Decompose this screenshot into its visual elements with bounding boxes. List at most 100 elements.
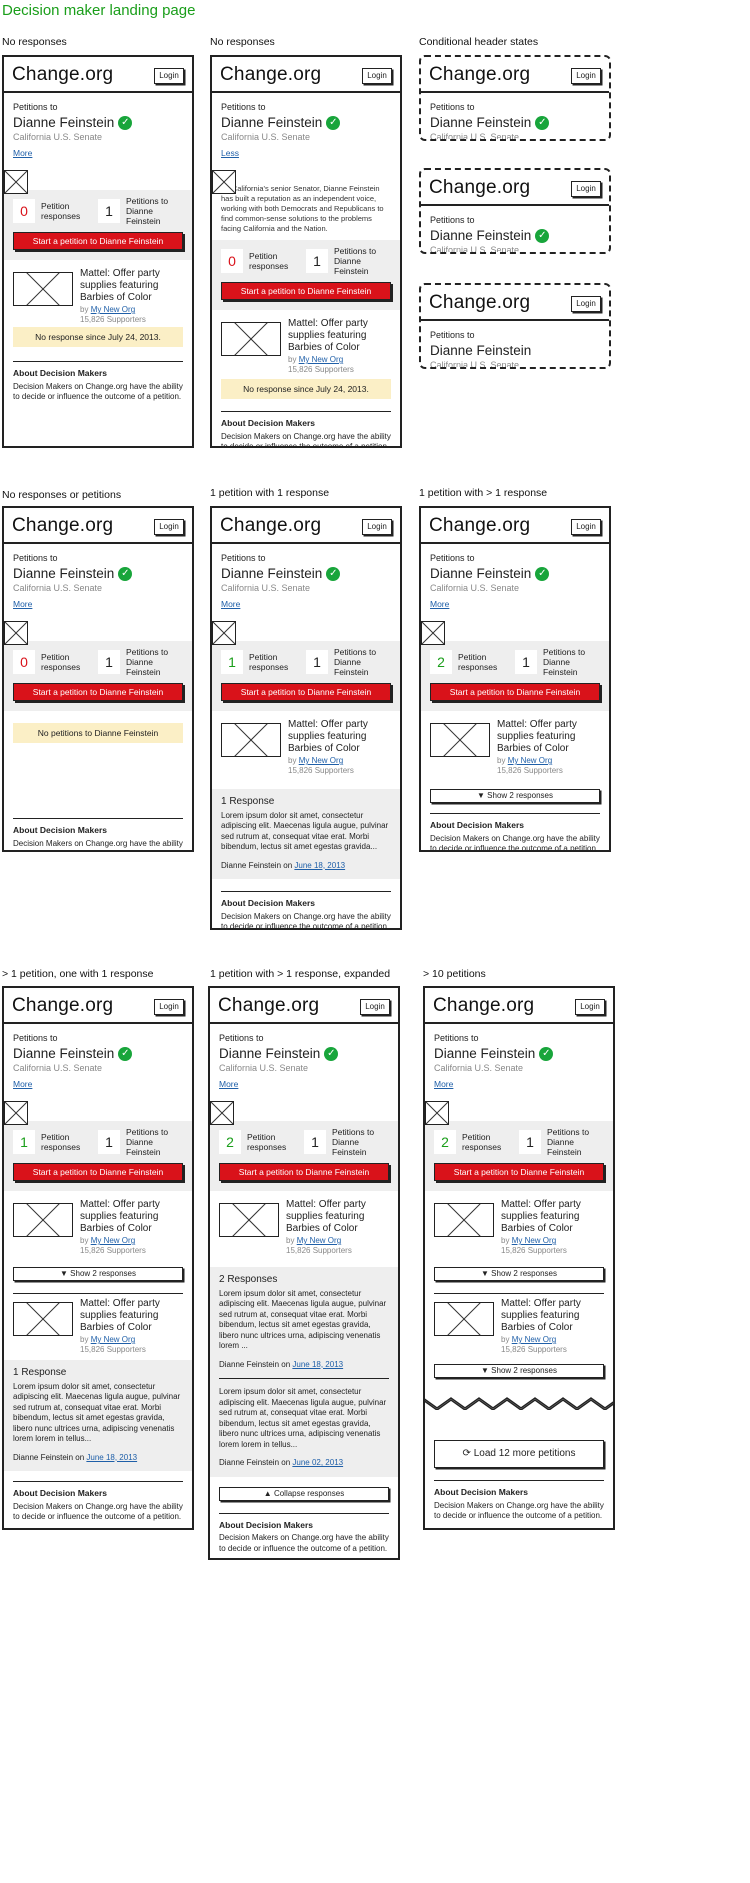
login-button[interactable]: Login <box>154 999 184 1015</box>
response-date-link[interactable]: June 02, 2013 <box>292 1458 343 1467</box>
response-date-link[interactable]: June 18, 2013 <box>292 1360 343 1369</box>
logo[interactable]: Change.org <box>429 515 530 537</box>
org-link[interactable]: My New Org <box>91 1236 135 1245</box>
show-responses-button[interactable]: ▼ Show 2 responses <box>430 789 600 803</box>
responses-count: 1 <box>13 1130 35 1154</box>
response-panel: 1 Response Lorem ipsum dolor sit amet, c… <box>212 789 400 879</box>
petitions-count: 1 <box>519 1130 541 1154</box>
petition-card[interactable]: Mattel: Offer party supplies featuring B… <box>4 1195 192 1263</box>
petition-card[interactable]: Mattel: Offer party supplies featuring B… <box>212 314 400 374</box>
show-responses-button[interactable]: ▼ Show 2 responses <box>13 1267 183 1281</box>
login-button[interactable]: Login <box>571 181 601 197</box>
petition-title[interactable]: Mattel: Offer party supplies featuring B… <box>288 318 388 354</box>
section-label: 1 petition with > 1 response <box>419 487 548 499</box>
petition-card[interactable]: Mattel: Offer party supplies featuring B… <box>4 264 192 324</box>
petition-org: by My New Org <box>80 1236 136 1245</box>
petition-title[interactable]: Mattel: Offer party supplies featuring B… <box>286 1199 386 1235</box>
decision-maker-info: Petitions to Dianne Feinstein ✓ Californi… <box>4 544 192 645</box>
petition-title[interactable]: Mattel: Offer party supplies featuring B… <box>80 1298 180 1334</box>
petition-card[interactable]: Mattel: Offer party supplies featuring B… <box>210 1195 398 1267</box>
login-button[interactable]: Login <box>362 68 392 84</box>
about-text: Decision Makers on Change.org have the a… <box>13 838 183 851</box>
start-petition-button[interactable]: Start a petition to Dianne Feinstein <box>13 1163 183 1181</box>
start-petition-button[interactable]: Start a petition to Dianne Feinstein <box>221 683 391 701</box>
login-button[interactable]: Login <box>571 68 601 84</box>
logo[interactable]: Change.org <box>220 64 321 86</box>
org-link[interactable]: My New Org <box>512 1236 556 1245</box>
org-link[interactable]: My New Org <box>297 1236 341 1245</box>
more-link[interactable]: More <box>430 599 600 611</box>
petition-title[interactable]: Mattel: Offer party supplies featuring B… <box>501 1298 601 1334</box>
org-link[interactable]: My New Org <box>508 756 552 765</box>
dm-title: California U.S. Senate <box>221 583 311 593</box>
login-button[interactable]: Login <box>571 519 601 535</box>
login-button[interactable]: Login <box>360 999 390 1015</box>
start-petition-button[interactable]: Start a petition to Dianne Feinstein <box>434 1163 604 1181</box>
org-link[interactable]: My New Org <box>299 355 343 364</box>
show-responses-button[interactable]: ▼ Show 2 responses <box>434 1267 604 1281</box>
more-link[interactable]: More <box>13 148 183 160</box>
stats-panel: 0 Petition responses 1 Petitions to Dian… <box>212 240 400 310</box>
start-petition-button[interactable]: Start a petition to Dianne Feinstein <box>221 282 391 300</box>
verified-check-icon: ✓ <box>539 1046 554 1061</box>
petition-org: by My New Org <box>501 1335 557 1344</box>
load-more-button[interactable]: ⟳ Load 12 more petitions <box>434 1440 604 1468</box>
org-link[interactable]: My New Org <box>512 1335 556 1344</box>
petition-card[interactable]: Mattel: Offer party supplies featuring B… <box>425 1294 613 1360</box>
petition-card[interactable]: Mattel: Offer party supplies featuring B… <box>212 715 400 789</box>
petitions-to-label: Petitions to <box>219 1033 264 1043</box>
start-petition-button[interactable]: Start a petition to Dianne Feinstein <box>430 683 600 701</box>
show-responses-button[interactable]: ▼ Show 2 responses <box>434 1364 604 1378</box>
petitions-to-label: Petitions to <box>13 553 58 563</box>
start-petition-button[interactable]: Start a petition to Dianne Feinstein <box>13 683 183 701</box>
login-button[interactable]: Login <box>362 519 392 535</box>
more-link[interactable]: More <box>13 1079 183 1091</box>
petition-title[interactable]: Mattel: Offer party supplies featuring B… <box>80 1199 180 1235</box>
collapse-responses-button[interactable]: ▲ Collapse responses <box>219 1486 389 1501</box>
petition-card[interactable]: Mattel: Offer party supplies featuring B… <box>421 715 609 785</box>
petition-card[interactable]: Mattel: Offer party supplies featuring B… <box>425 1195 613 1263</box>
more-link[interactable]: More <box>219 1079 389 1091</box>
dm-title: California U.S. Senate <box>430 132 520 141</box>
section-label: 1 petition with > 1 response, expanded <box>210 968 391 980</box>
petition-title[interactable]: Mattel: Offer party supplies featuring B… <box>80 268 180 304</box>
logo[interactable]: Change.org <box>429 64 530 86</box>
petition-title[interactable]: Mattel: Offer party supplies featuring B… <box>501 1199 601 1235</box>
divider <box>219 1378 389 1379</box>
logo[interactable]: Change.org <box>433 995 534 1017</box>
logo[interactable]: Change.org <box>429 177 530 199</box>
dm-name: Dianne Feinstein ✓ <box>430 228 600 243</box>
section-label: No responses <box>2 36 67 48</box>
response-date-link[interactable]: June 18, 2013 <box>294 861 345 870</box>
dm-bio: As California's senior Senator, Dianne F… <box>221 184 384 233</box>
logo[interactable]: Change.org <box>429 292 530 314</box>
header: Change.org Login <box>4 988 192 1024</box>
logo[interactable]: Change.org <box>218 995 319 1017</box>
petition-title[interactable]: Mattel: Offer party supplies featuring B… <box>288 719 388 755</box>
less-link[interactable]: Less <box>221 148 391 160</box>
petition-title[interactable]: Mattel: Offer party supplies featuring B… <box>497 719 597 755</box>
response-date-link[interactable]: June 18, 2013 <box>86 1453 137 1462</box>
login-button[interactable]: Login <box>571 296 601 312</box>
login-button[interactable]: Login <box>154 68 184 84</box>
org-link[interactable]: My New Org <box>91 305 135 314</box>
logo[interactable]: Change.org <box>12 64 113 86</box>
petition-org: by My New Org <box>80 305 136 314</box>
logo[interactable]: Change.org <box>12 995 113 1017</box>
more-link[interactable]: More <box>221 599 391 611</box>
org-link[interactable]: My New Org <box>299 756 343 765</box>
logo[interactable]: Change.org <box>220 515 321 537</box>
more-link[interactable]: More <box>434 1079 604 1091</box>
mockup-frame: Change.org Login Petitions to Dianne Fei… <box>2 506 194 852</box>
login-button[interactable]: Login <box>154 519 184 535</box>
start-petition-button[interactable]: Start a petition to Dianne Feinstein <box>13 232 183 250</box>
start-petition-button[interactable]: Start a petition to Dianne Feinstein <box>219 1163 389 1181</box>
header: Change.org Login <box>4 508 192 544</box>
logo[interactable]: Change.org <box>12 515 113 537</box>
profile-photo-placeholder <box>4 170 28 194</box>
login-button[interactable]: Login <box>575 999 605 1015</box>
petition-card[interactable]: Mattel: Offer party supplies featuring B… <box>4 1294 192 1360</box>
org-link[interactable]: My New Org <box>91 1335 135 1344</box>
dm-title: California U.S. Senate <box>13 1063 103 1073</box>
more-link[interactable]: More <box>13 599 183 611</box>
